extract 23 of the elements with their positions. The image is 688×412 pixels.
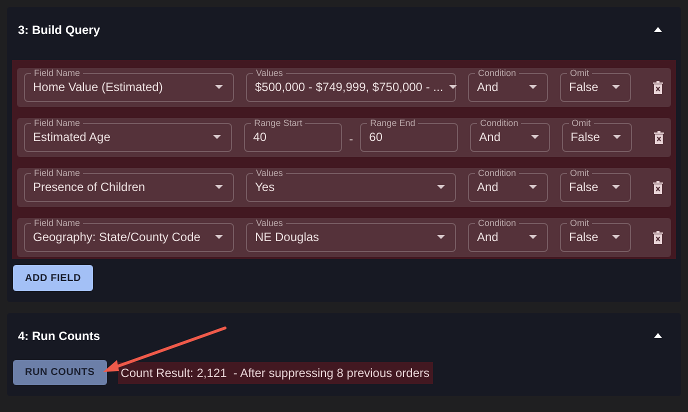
input-field[interactable]: Range End 60 — [360, 118, 458, 152]
select-field[interactable]: Field Name Home Value (Estimated) — [24, 68, 234, 102]
select-field[interactable]: Omit False — [562, 118, 632, 152]
section-title: 4: Run Counts — [18, 328, 100, 342]
select-field[interactable]: Values NE Douglas — [246, 218, 456, 252]
select-field[interactable]: Field Name Geography: State/County Code — [24, 218, 234, 252]
select-field[interactable]: Values Yes — [246, 168, 456, 202]
select-field[interactable]: Condition And — [468, 218, 548, 252]
range-separator: - — [349, 132, 354, 146]
select-field[interactable]: Condition And — [468, 168, 548, 202]
select-field[interactable]: Omit False — [560, 218, 631, 252]
select-field[interactable]: Condition And — [470, 118, 550, 152]
select-field[interactable]: Omit False — [560, 68, 631, 102]
run-counts-button[interactable]: RUN COUNTS — [13, 360, 107, 385]
add-field-button[interactable]: ADD FIELD — [13, 265, 94, 291]
select-field[interactable]: Omit False — [560, 168, 631, 202]
select-field[interactable]: Field Name Presence of Children — [24, 168, 234, 202]
select-field[interactable]: Values $500,000 - $749,999, $750,000 - ... — [246, 68, 456, 102]
count-result: Count Result: 2,121 - After suppressing 8 previous orders — [118, 362, 433, 384]
input-field[interactable]: Range Start 40 — [244, 118, 342, 152]
section-title: 3: Build Query — [18, 22, 100, 36]
select-field[interactable]: Field Name Estimated Age — [24, 118, 232, 152]
select-field[interactable]: Condition And — [468, 68, 548, 102]
